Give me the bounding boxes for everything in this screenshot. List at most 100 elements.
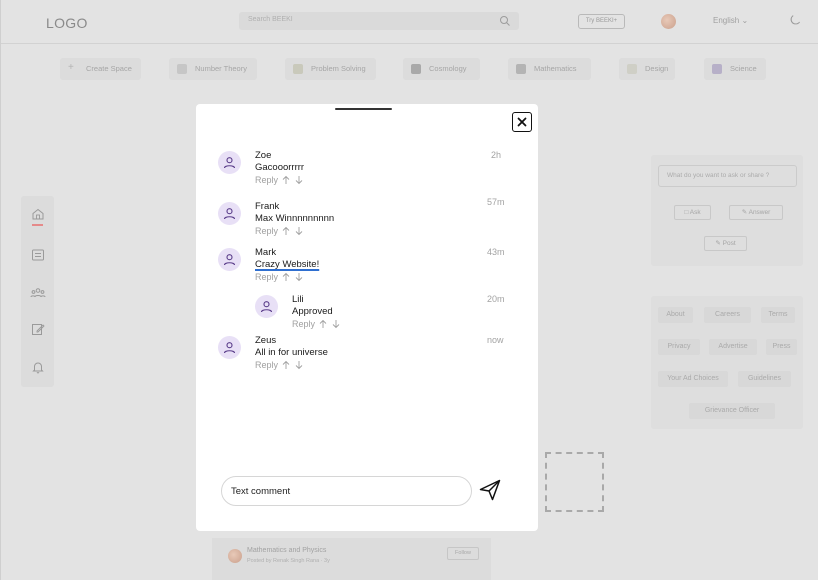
follow-button[interactable]: Follow	[447, 547, 479, 560]
logo[interactable]: LOGO	[46, 15, 88, 31]
answer-button[interactable]: ✎ Answer	[729, 205, 783, 220]
feed-subtitle: Posted by Renak Singh Rana · 3y	[247, 558, 330, 564]
comment-text: Approved	[292, 306, 333, 317]
plus-icon: +	[68, 62, 74, 73]
bell-icon[interactable]	[31, 360, 45, 374]
topic-label: Cosmology	[429, 64, 467, 73]
topic-icon	[177, 64, 187, 74]
reply-button[interactable]: Reply	[255, 175, 278, 185]
link-advertise[interactable]: Advertise	[709, 339, 757, 355]
topic-bar: + Create Space Number Theory Problem Sol…	[1, 58, 818, 82]
comment-text: All in for universe	[255, 347, 328, 358]
comment-actions: Reply	[255, 360, 304, 370]
comment-time: 20m	[487, 294, 505, 304]
search-bar[interactable]: Search BEEKI	[239, 12, 519, 30]
people-icon[interactable]	[30, 286, 46, 300]
upvote-icon[interactable]	[281, 360, 291, 370]
link-press[interactable]: Press	[766, 339, 797, 355]
user-avatar-icon[interactable]	[218, 248, 241, 271]
search-placeholder: Search BEEKI	[248, 16, 293, 23]
comment-text: Crazy Website!	[255, 259, 320, 270]
downvote-icon[interactable]	[294, 175, 304, 185]
upvote-icon[interactable]	[281, 272, 291, 282]
language-selector[interactable]: English ⌄	[713, 16, 748, 25]
link-ad-choices[interactable]: Your Ad Choices	[658, 371, 728, 387]
upvote-icon[interactable]	[318, 319, 328, 329]
info-links-panel: About Careers Terms Privacy Advertise Pr…	[651, 296, 803, 429]
downvote-icon[interactable]	[294, 226, 304, 236]
user-avatar[interactable]	[661, 14, 676, 29]
reply-button[interactable]: Reply	[255, 360, 278, 370]
send-button[interactable]	[478, 478, 502, 502]
comment-item: Mark Crazy Website! Reply 43m	[196, 246, 538, 290]
edit-icon[interactable]	[31, 322, 45, 336]
feed-avatar[interactable]	[228, 549, 242, 563]
comment-input[interactable]	[221, 476, 472, 506]
user-avatar-icon[interactable]	[218, 151, 241, 174]
link-terms[interactable]: Terms	[761, 307, 795, 323]
topic-label: Science	[730, 64, 757, 73]
topic-icon	[411, 64, 421, 74]
downvote-icon[interactable]	[331, 319, 341, 329]
downvote-icon[interactable]	[294, 272, 304, 282]
comments-modal: Zoe Gacooorrrrr Reply 2h Frank Max Winnn…	[196, 104, 538, 531]
ask-button[interactable]: □ Ask	[674, 205, 711, 220]
home-icon[interactable]	[31, 207, 45, 221]
comment-author[interactable]: Mark	[255, 247, 276, 258]
comment-author[interactable]: Zoe	[255, 150, 271, 161]
topic-design[interactable]: Design	[619, 58, 675, 80]
reply-button[interactable]: Reply	[255, 226, 278, 236]
topic-problem-solving[interactable]: Problem Solving	[285, 58, 376, 80]
link-guidelines[interactable]: Guidelines	[738, 371, 791, 387]
ask-input[interactable]: What do you want to ask or share ?	[658, 165, 797, 187]
topic-icon	[516, 64, 526, 74]
send-icon	[479, 479, 501, 501]
topic-label: Problem Solving	[311, 64, 366, 73]
topic-mathematics[interactable]: Mathematics	[508, 58, 591, 80]
comment-author[interactable]: Lili	[292, 294, 304, 305]
upvote-icon[interactable]	[281, 175, 291, 185]
topic-icon	[627, 64, 637, 74]
drag-handle[interactable]	[335, 108, 392, 110]
topic-label: Mathematics	[534, 64, 577, 73]
comment-author[interactable]: Zeus	[255, 335, 276, 346]
link-careers[interactable]: Careers	[704, 307, 751, 323]
close-button[interactable]	[512, 112, 532, 132]
comment-author[interactable]: Frank	[255, 201, 279, 212]
user-avatar-icon[interactable]	[218, 202, 241, 225]
left-sidebar	[21, 196, 54, 387]
link-about[interactable]: About	[658, 307, 693, 323]
topic-label: Create Space	[86, 64, 132, 73]
comment-actions: Reply	[255, 272, 304, 282]
list-icon[interactable]	[31, 248, 45, 262]
comment-text: Max Winnnnnnnnn	[255, 213, 335, 224]
try-premium-button[interactable]: Try BEEKI+	[578, 14, 625, 29]
close-icon	[517, 117, 527, 127]
user-avatar-icon[interactable]	[218, 336, 241, 359]
comment-actions: Reply	[292, 319, 341, 329]
reply-button[interactable]: Reply	[255, 272, 278, 282]
upvote-icon[interactable]	[281, 226, 291, 236]
topic-number-theory[interactable]: Number Theory	[169, 58, 257, 80]
topic-icon	[712, 64, 722, 74]
comment-text: Gacooorrrrr	[255, 162, 305, 173]
user-avatar-icon[interactable]	[255, 295, 278, 318]
comment-time: 2h	[491, 150, 502, 160]
topic-cosmology[interactable]: Cosmology	[403, 58, 480, 80]
topic-label: Design	[645, 64, 669, 73]
search-icon[interactable]	[499, 15, 511, 27]
topic-science[interactable]: Science	[704, 58, 766, 80]
active-indicator	[32, 224, 43, 226]
link-grievance-officer[interactable]: Grievance Officer	[689, 403, 775, 419]
comment-actions: Reply	[255, 226, 304, 236]
link-privacy[interactable]: Privacy	[658, 339, 700, 355]
downvote-icon[interactable]	[294, 360, 304, 370]
feed-title[interactable]: Mathematics and Physics	[247, 547, 326, 554]
post-button[interactable]: ✎ Post	[704, 236, 747, 251]
moon-icon[interactable]	[789, 14, 801, 26]
feed-card: Mathematics and Physics Posted by Renak …	[212, 538, 491, 580]
topic-create-space[interactable]: + Create Space	[60, 58, 141, 80]
reply-button[interactable]: Reply	[292, 319, 315, 329]
ask-label: Ask	[689, 209, 701, 216]
comment-item: Zoe Gacooorrrrr Reply 2h	[196, 149, 538, 193]
